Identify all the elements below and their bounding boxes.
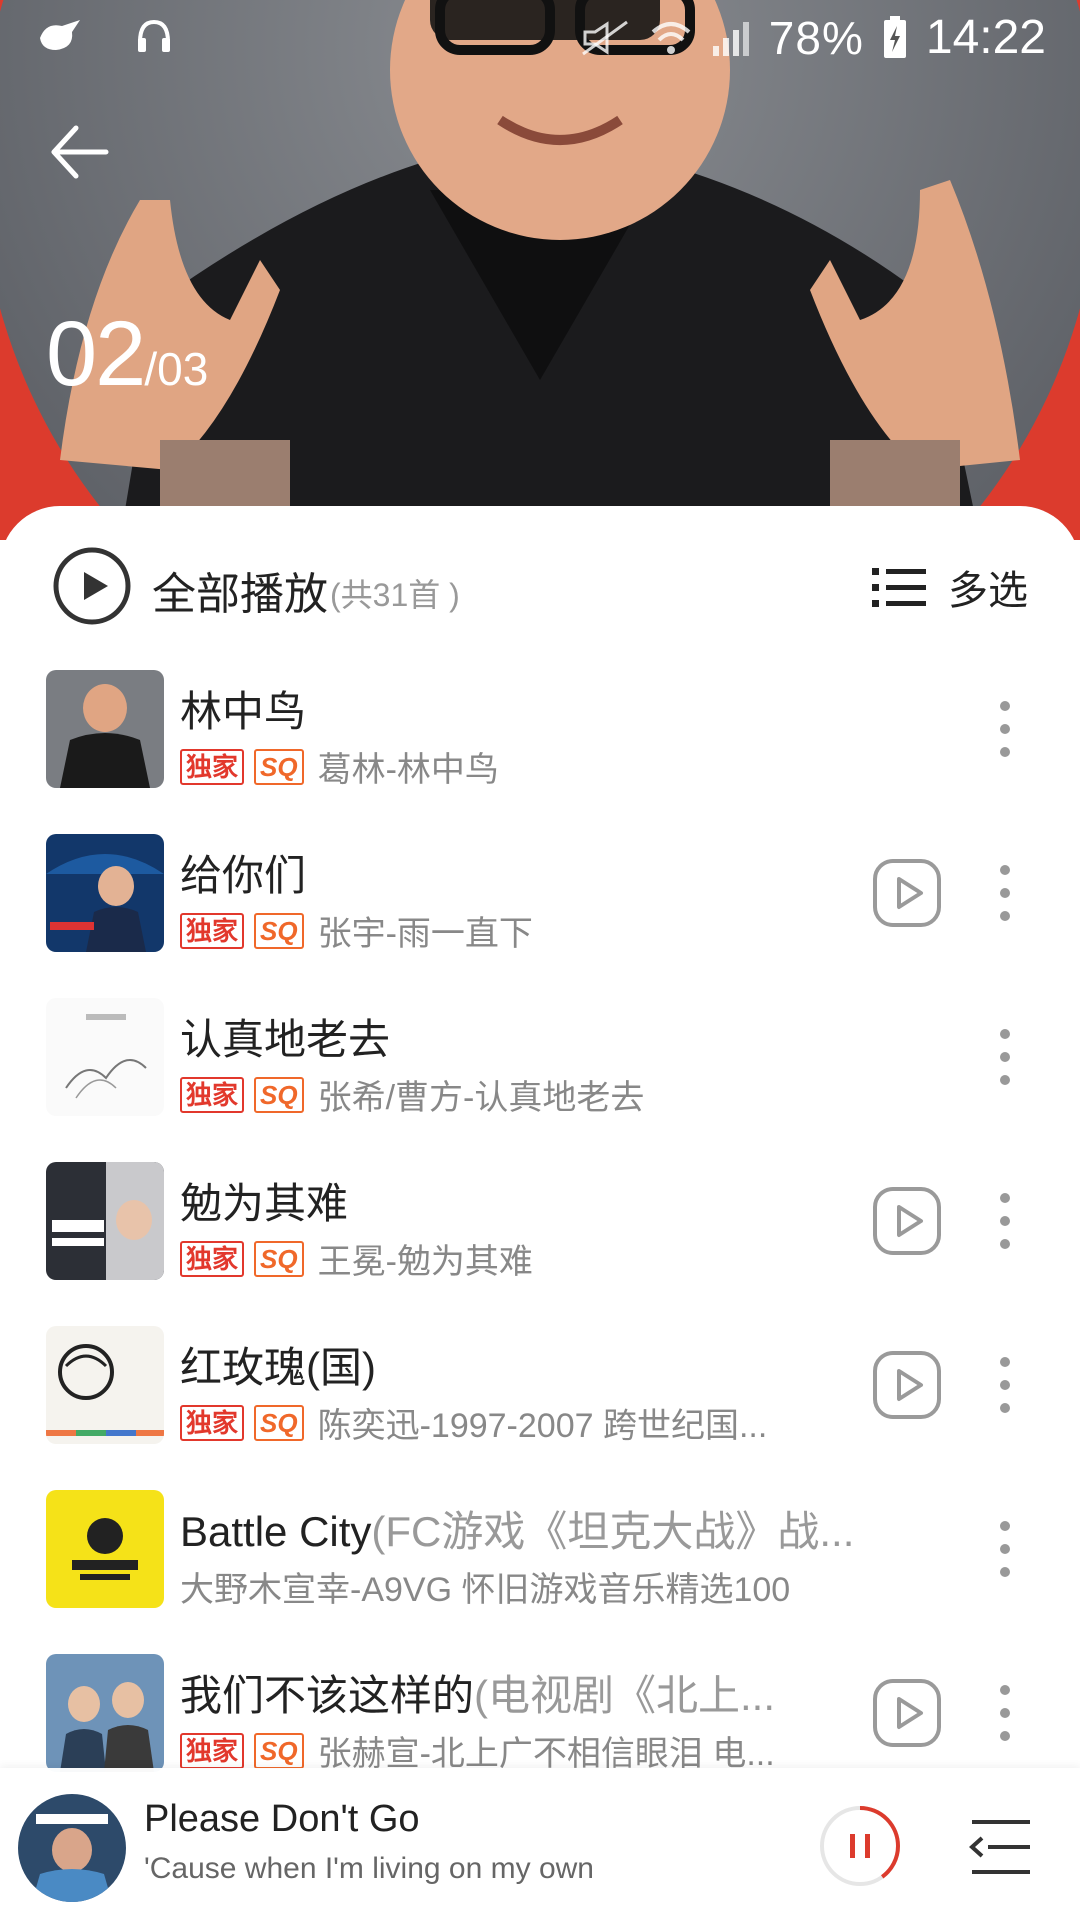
signal-icon	[712, 21, 749, 56]
artist-album: 王冕-勉为其难	[317, 1243, 533, 1281]
headphones-icon	[138, 19, 170, 52]
sq-badge: SQ	[254, 912, 304, 949]
mv-play-icon[interactable]	[872, 1350, 942, 1420]
more-vertical-icon[interactable]	[994, 1350, 1016, 1420]
artist-album: 张希/曹方-认真地老去	[317, 1079, 645, 1117]
artist-album: 陈奕迅-1997-2007 跨世纪国...	[317, 1407, 768, 1445]
album-cover	[46, 1654, 164, 1772]
album-cover	[46, 1326, 164, 1444]
status-bar: 78% 14:22	[0, 0, 1080, 80]
song-title: 勉为其难	[180, 1180, 349, 1227]
song-title: Battle City(FC游戏《坦克大战》战...	[180, 1508, 855, 1555]
artist-photo	[0, 0, 1080, 540]
play-circle-icon[interactable]	[52, 546, 132, 626]
bird-icon	[40, 20, 80, 50]
multiselect-button[interactable]: 多选	[872, 558, 1028, 616]
more-vertical-icon[interactable]	[994, 1514, 1016, 1584]
exclusive-badge: 独家	[180, 1732, 245, 1769]
album-cover	[46, 834, 164, 952]
artist-album: 葛林-林中鸟	[317, 751, 499, 789]
exclusive-badge: 独家	[180, 1240, 245, 1277]
multiselect-label: 多选	[948, 569, 1028, 613]
photo-page-indicator: 02/03	[46, 302, 208, 407]
song-row[interactable]: Battle City(FC游戏《坦克大战》战... 大野木宣幸-A9VG 怀旧…	[0, 1488, 1080, 1652]
more-vertical-icon[interactable]	[994, 694, 1016, 764]
song-list: 林中鸟 独家 SQ 葛林-林中鸟 给你们 独家 SQ 张宇-雨一直下 认真地老去…	[0, 668, 1080, 1816]
now-playing-lyric: 'Cause when I'm living on my own	[144, 1852, 594, 1885]
album-cover	[46, 1490, 164, 1608]
play-all-row[interactable]: 全部播放 (共31首 ) 多选	[0, 536, 1080, 646]
play-all-label[interactable]: 全部播放	[152, 558, 328, 622]
page-total: /03	[144, 343, 209, 395]
list-icon	[872, 568, 926, 607]
battery-percentage: 78%	[768, 11, 864, 64]
song-list-panel: 全部播放 (共31首 ) 多选 林中鸟 独家 SQ 葛林-林中鸟 给你们 独家 …	[0, 506, 1080, 1806]
song-subline: 大野木宣幸-A9VG 怀旧游戏音乐精选100	[180, 1562, 790, 1611]
album-cover	[46, 998, 164, 1116]
song-row[interactable]: 勉为其难 独家 SQ 王冕-勉为其难	[0, 1160, 1080, 1324]
song-count: (共31首 )	[330, 577, 460, 613]
song-title: 给你们	[180, 852, 307, 899]
album-cover	[46, 670, 164, 788]
song-row[interactable]: 林中鸟 独家 SQ 葛林-林中鸟	[0, 668, 1080, 832]
mv-play-icon[interactable]	[872, 858, 942, 928]
clock: 14:22	[925, 11, 1046, 64]
mv-play-icon[interactable]	[872, 1678, 942, 1748]
song-row[interactable]: 给你们 独家 SQ 张宇-雨一直下	[0, 832, 1080, 996]
playlist-queue-icon[interactable]	[968, 1816, 1034, 1878]
song-subline: 独家 SQ 张宇-雨一直下	[180, 906, 533, 955]
now-playing-cover[interactable]	[18, 1794, 126, 1902]
exclusive-badge: 独家	[180, 912, 245, 949]
exclusive-badge: 独家	[180, 748, 245, 785]
artist-album: 大野木宣幸-A9VG 怀旧游戏音乐精选100	[180, 1571, 791, 1609]
more-vertical-icon[interactable]	[994, 1186, 1016, 1256]
more-vertical-icon[interactable]	[994, 1022, 1016, 1092]
more-vertical-icon[interactable]	[994, 858, 1016, 928]
song-title: 红玫瑰(国)	[180, 1344, 376, 1391]
artist-header: 78% 14:22 02/03	[0, 0, 1080, 540]
battery-charging-icon	[883, 15, 906, 58]
artist-album: 张宇-雨一直下	[317, 915, 533, 953]
song-row[interactable]: 认真地老去 独家 SQ 张希/曹方-认真地老去	[0, 996, 1080, 1160]
song-row[interactable]: 红玫瑰(国) 独家 SQ 陈奕迅-1997-2007 跨世纪国...	[0, 1324, 1080, 1488]
sq-badge: SQ	[254, 748, 304, 785]
back-arrow-icon[interactable]	[46, 112, 146, 192]
mini-player[interactable]: Please Don't Go 'Cause when I'm living o…	[0, 1768, 1080, 1920]
sq-badge: SQ	[254, 1404, 304, 1441]
sq-badge: SQ	[254, 1076, 304, 1113]
song-subline: 独家 SQ 陈奕迅-1997-2007 跨世纪国...	[180, 1398, 767, 1447]
exclusive-badge: 独家	[180, 1404, 245, 1441]
sq-badge: SQ	[254, 1732, 304, 1769]
more-vertical-icon[interactable]	[994, 1678, 1016, 1748]
song-subline: 独家 SQ 葛林-林中鸟	[180, 742, 499, 791]
song-subline: 独家 SQ 王冕-勉为其难	[180, 1234, 533, 1283]
page-current: 02	[46, 303, 146, 405]
song-title: 林中鸟	[180, 688, 307, 735]
song-title: 我们不该这样的(电视剧《北上...	[180, 1672, 776, 1719]
sq-badge: SQ	[254, 1240, 304, 1277]
album-cover	[46, 1162, 164, 1280]
exclusive-badge: 独家	[180, 1076, 245, 1113]
mv-play-icon[interactable]	[872, 1186, 942, 1256]
wifi-icon	[651, 21, 691, 54]
song-subline: 独家 SQ 张希/曹方-认真地老去	[180, 1070, 644, 1119]
mute-icon	[581, 20, 628, 55]
song-title: 认真地老去	[180, 1016, 391, 1063]
pause-icon[interactable]	[818, 1804, 902, 1888]
now-playing-title: Please Don't Go	[144, 1798, 420, 1840]
